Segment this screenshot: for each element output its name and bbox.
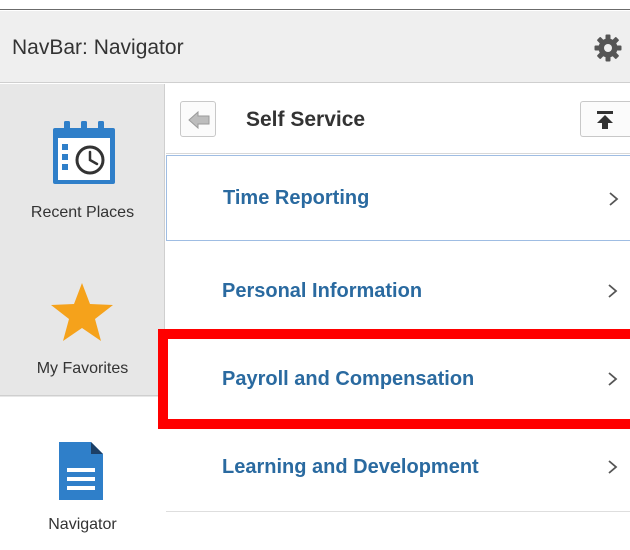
- menu-item-personal-information[interactable]: Personal Information: [166, 248, 630, 336]
- my-favorites-tile[interactable]: My Favorites: [0, 234, 165, 396]
- navigator-tile[interactable]: Navigator: [0, 397, 165, 550]
- calendar-clock-icon: [53, 121, 115, 184]
- chevron-right-icon: [608, 372, 618, 386]
- window-top-edge: [0, 0, 630, 10]
- scroll-to-top-icon: [597, 111, 613, 129]
- my-favorites-label: My Favorites: [36, 360, 129, 377]
- recent-places-tile[interactable]: Recent Places: [0, 84, 165, 234]
- navigator-content: Self Service Time Reporting Personal Inf…: [166, 84, 630, 550]
- menu-item-time-reporting[interactable]: Time Reporting: [166, 155, 630, 241]
- scroll-to-top-button[interactable]: [580, 101, 630, 137]
- chevron-right-icon: [608, 284, 618, 298]
- back-button[interactable]: [180, 101, 216, 137]
- recent-places-label: Recent Places: [30, 204, 135, 221]
- menu-item-learning-and-development[interactable]: Learning and Development: [166, 424, 630, 512]
- menu-item-payroll-and-compensation[interactable]: Payroll and Compensation: [166, 336, 630, 424]
- navbar-title: NavBar: Navigator: [12, 36, 184, 59]
- menu-item-label: Payroll and Compensation: [222, 368, 475, 390]
- star-icon: [51, 283, 113, 341]
- menu-item-label: Personal Information: [222, 280, 423, 302]
- gear-icon[interactable]: [593, 33, 623, 63]
- back-arrow-icon: [188, 111, 210, 129]
- page-title: Self Service: [246, 108, 366, 131]
- document-icon: [59, 442, 103, 500]
- chevron-right-icon: [608, 460, 618, 474]
- chevron-right-icon: [609, 192, 619, 206]
- content-header: Self Service: [166, 84, 630, 154]
- navbar-left-rail: Recent Places My Favorites Navigator: [0, 84, 165, 550]
- menu-item-label: Learning and Development: [222, 456, 479, 478]
- navigator-label: Navigator: [48, 516, 117, 533]
- navbar-header: NavBar: Navigator: [0, 11, 630, 83]
- menu-item-label: Time Reporting: [223, 187, 370, 209]
